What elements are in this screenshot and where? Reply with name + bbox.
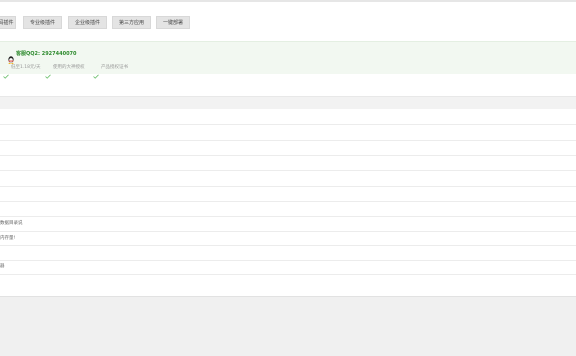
qq-contact-text: 客服QQ2: 2927440070	[16, 50, 77, 57]
table-row-divider	[0, 155, 576, 156]
table-row-divider	[0, 274, 576, 275]
check-icon	[3, 64, 9, 79]
table-row-divider	[0, 186, 576, 187]
top-divider	[0, 0, 576, 2]
category-tabs: 码插件 专业级插件 企业级插件 第三方应用 一键部署	[0, 16, 576, 29]
table-row-divider	[0, 260, 576, 261]
table-row-divider	[0, 124, 576, 125]
table-row-label: 器	[0, 264, 5, 269]
check-icon	[93, 64, 99, 79]
table-header	[0, 96, 576, 109]
qq-penguin-icon	[8, 49, 14, 64]
feature-price-text: 低至1.18元/天	[11, 64, 41, 70]
table-row-label: 数据目录说	[0, 221, 23, 226]
tab-one-click-deploy[interactable]: 一键部署	[156, 16, 190, 29]
qq-contact[interactable]: 客服QQ2: 2927440070	[8, 49, 77, 64]
table-row-divider	[0, 231, 576, 232]
feature-certificate-text: 产品授权证书	[101, 64, 128, 70]
tab-professional-plugins[interactable]: 专业级插件	[23, 16, 62, 29]
page-footer	[0, 296, 576, 356]
feature-authorization: 使用的大神授权	[45, 63, 85, 79]
table-row-divider	[0, 216, 576, 217]
feature-certificate: 产品授权证书	[93, 63, 128, 79]
tab-code-plugins[interactable]: 码插件	[0, 16, 16, 29]
table-row-label: 内存量!	[0, 236, 16, 241]
table-row-divider	[0, 245, 576, 246]
feature-authorization-text: 使用的大神授权	[53, 64, 85, 70]
feature-price: 低至1.18元/天	[3, 63, 41, 79]
tab-third-party-apps[interactable]: 第三方应用	[112, 16, 151, 29]
table-row-divider	[0, 201, 576, 202]
check-icon	[45, 64, 51, 79]
table-row-divider	[0, 140, 576, 141]
table-row-divider	[0, 170, 576, 171]
promo-banner: 客服QQ2: 2927440070 低至1.18元/天 使用的大神授权 产品授权…	[0, 41, 576, 79]
tab-enterprise-plugins[interactable]: 企业级插件	[68, 16, 107, 29]
